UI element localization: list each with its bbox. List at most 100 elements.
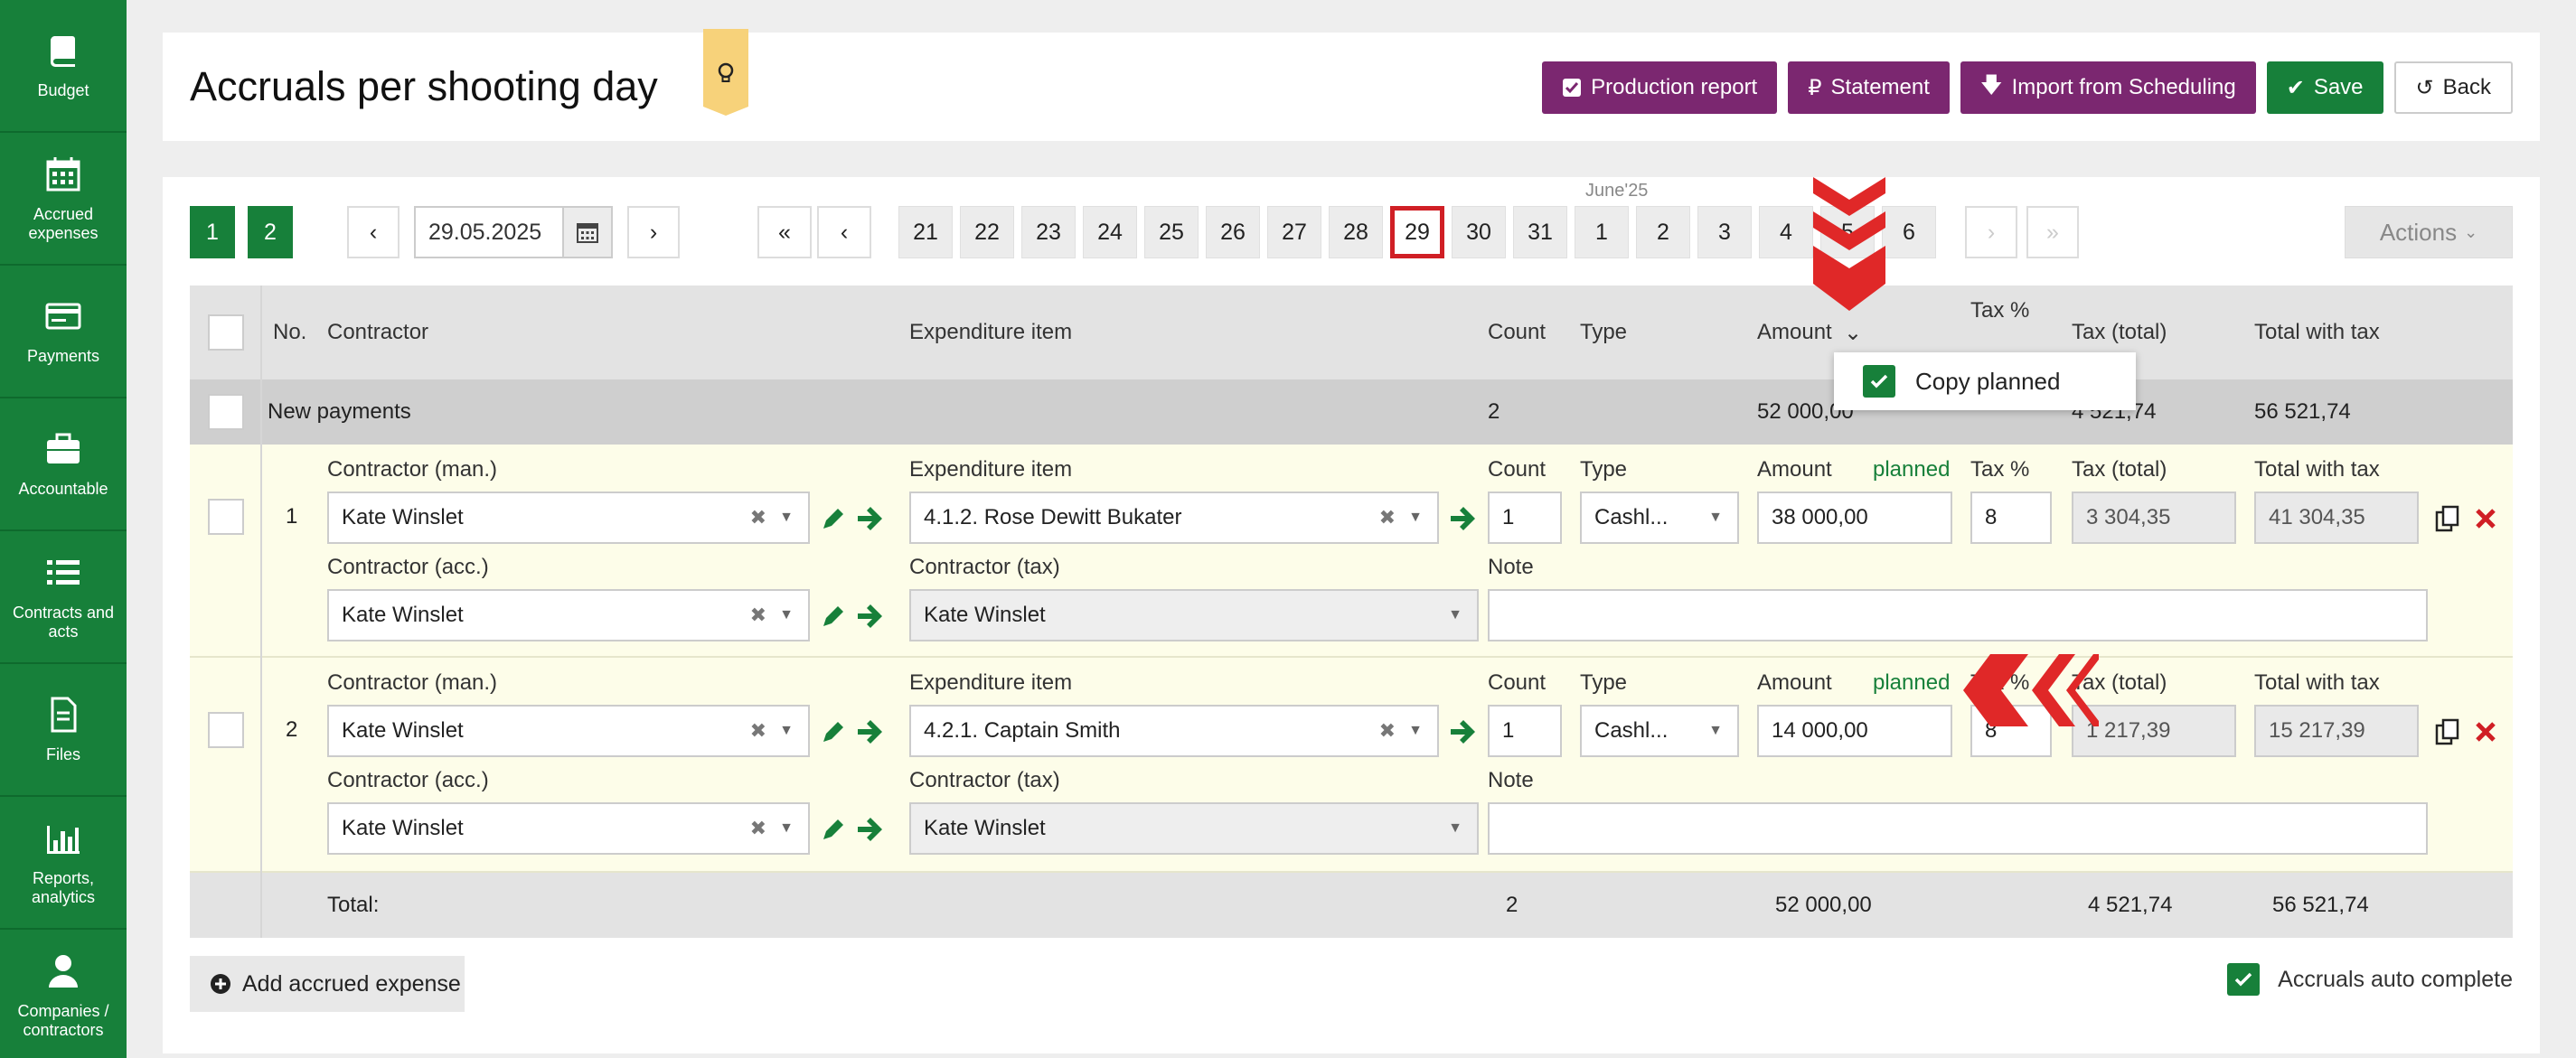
- expenditure-select[interactable]: 4.2.1. Captain Smith ✖ ▼: [909, 705, 1439, 757]
- day-3[interactable]: 3: [1697, 206, 1752, 258]
- lightbulb-icon[interactable]: [703, 29, 748, 116]
- day-30[interactable]: 30: [1452, 206, 1506, 258]
- clear-icon[interactable]: ✖: [750, 506, 766, 529]
- pencil-icon[interactable]: [819, 602, 848, 631]
- sidebar-item-budget[interactable]: Budget: [0, 0, 127, 133]
- contractor-tax-select[interactable]: Kate Winslet ▼: [909, 589, 1479, 641]
- first-week-button[interactable]: «: [757, 206, 812, 258]
- day-27[interactable]: 27: [1267, 206, 1321, 258]
- save-button[interactable]: ✔ Save: [2266, 61, 2383, 114]
- contractor-man-select[interactable]: Kate Winslet ✖ ▼: [327, 705, 810, 757]
- planned-label[interactable]: planned: [1873, 670, 1950, 696]
- prev-week-button[interactable]: ‹: [817, 206, 871, 258]
- arrow-right-icon[interactable]: [855, 602, 884, 631]
- select-all-checkbox[interactable]: [208, 314, 244, 351]
- day-26[interactable]: 26: [1206, 206, 1260, 258]
- day-6[interactable]: 6: [1882, 206, 1936, 258]
- type-select[interactable]: Cashl... ▼: [1580, 705, 1739, 757]
- type-select[interactable]: Cashl... ▼: [1580, 492, 1739, 544]
- amount-input[interactable]: 14 000,00: [1757, 705, 1952, 757]
- next-date-button[interactable]: ›: [627, 206, 680, 258]
- actions-button[interactable]: Actions ⌄: [2345, 206, 2513, 258]
- sidebar-item-payments[interactable]: Payments: [0, 266, 127, 398]
- copy-icon[interactable]: [2433, 504, 2462, 533]
- arrow-right-icon[interactable]: [855, 504, 884, 533]
- statement-button[interactable]: ₽ Statement: [1788, 61, 1950, 114]
- contractor-acc-select[interactable]: Kate Winslet ✖ ▼: [327, 802, 810, 855]
- checkbox-checked-icon[interactable]: [2227, 963, 2261, 996]
- clear-icon[interactable]: ✖: [750, 719, 766, 743]
- page-1[interactable]: 1: [190, 206, 235, 258]
- clear-icon[interactable]: ✖: [1379, 719, 1396, 743]
- pencil-icon[interactable]: [819, 717, 848, 746]
- import-button[interactable]: 🡇 Import from Scheduling: [1960, 61, 2256, 114]
- sidebar-item-accountable[interactable]: Accountable: [0, 398, 127, 531]
- arrow-right-icon[interactable]: [855, 717, 884, 746]
- prev-date-button[interactable]: ‹: [347, 206, 400, 258]
- production-report-button[interactable]: Production report: [1542, 61, 1778, 114]
- sidebar-item-accrued-expenses[interactable]: Accrued expenses: [0, 133, 127, 266]
- pencil-icon[interactable]: [819, 504, 848, 533]
- day-29-selected[interactable]: 29: [1390, 206, 1444, 258]
- note-input[interactable]: [1488, 589, 2428, 641]
- day-28[interactable]: 28: [1329, 206, 1383, 258]
- contractor-acc-select[interactable]: Kate Winslet ✖ ▼: [327, 589, 810, 641]
- contractor-tax-select[interactable]: Kate Winslet ▼: [909, 802, 1479, 855]
- arrow-right-icon[interactable]: [1448, 717, 1477, 746]
- sidebar-item-reports[interactable]: Reports, analytics: [0, 797, 127, 930]
- caret-down-icon[interactable]: ▼: [1448, 820, 1462, 837]
- amount-input[interactable]: 38 000,00: [1757, 492, 1952, 544]
- sidebar-item-contracts[interactable]: Contracts and acts: [0, 531, 127, 664]
- day-2[interactable]: 2: [1636, 206, 1690, 258]
- group-checkbox[interactable]: [208, 394, 244, 430]
- caret-down-icon[interactable]: ▼: [1708, 510, 1723, 526]
- caret-down-icon[interactable]: ▼: [779, 820, 794, 837]
- tax-pct-input[interactable]: 8: [1970, 492, 2052, 544]
- calendar-button[interactable]: [562, 206, 613, 258]
- clear-icon[interactable]: ✖: [1379, 506, 1396, 529]
- header-amount[interactable]: Amount: [1757, 320, 1832, 345]
- day-4[interactable]: 4: [1759, 206, 1813, 258]
- caret-down-icon[interactable]: ▼: [1708, 723, 1723, 739]
- delete-icon[interactable]: [2471, 717, 2500, 746]
- auto-complete-toggle[interactable]: Accruals auto complete: [2227, 963, 2513, 996]
- day-22[interactable]: 22: [960, 206, 1014, 258]
- delete-icon[interactable]: [2471, 504, 2500, 533]
- planned-label[interactable]: planned: [1873, 457, 1950, 482]
- caret-down-icon[interactable]: ▼: [1448, 607, 1462, 623]
- sidebar-item-files[interactable]: Files: [0, 664, 127, 797]
- next-week-button[interactable]: ›: [1965, 206, 2017, 258]
- page-2[interactable]: 2: [248, 206, 293, 258]
- note-input[interactable]: [1488, 802, 2428, 855]
- checkbox-checked-icon[interactable]: [1863, 365, 1895, 398]
- row-checkbox[interactable]: [208, 499, 244, 535]
- caret-down-icon[interactable]: ▼: [779, 510, 794, 526]
- caret-down-icon[interactable]: ▼: [1408, 510, 1423, 526]
- back-button[interactable]: ↺ Back: [2393, 61, 2513, 114]
- count-input[interactable]: 1: [1488, 705, 1562, 757]
- row-checkbox[interactable]: [208, 712, 244, 748]
- clear-icon[interactable]: ✖: [750, 604, 766, 627]
- last-week-button[interactable]: »: [2026, 206, 2079, 258]
- add-accrued-expense-button[interactable]: Add accrued expense: [190, 956, 465, 1012]
- day-21[interactable]: 21: [898, 206, 953, 258]
- caret-down-icon[interactable]: ▼: [779, 723, 794, 739]
- day-1[interactable]: 1: [1575, 206, 1629, 258]
- pencil-icon[interactable]: [819, 815, 848, 844]
- copy-icon[interactable]: [2433, 717, 2462, 746]
- day-31[interactable]: 31: [1513, 206, 1567, 258]
- date-input[interactable]: 29.05.2025: [414, 206, 577, 258]
- count-input[interactable]: 1: [1488, 492, 1562, 544]
- clear-icon[interactable]: ✖: [750, 817, 766, 840]
- arrow-right-icon[interactable]: [1448, 504, 1477, 533]
- chevron-down-icon[interactable]: ⌄: [1844, 320, 1862, 346]
- arrow-right-icon[interactable]: [855, 815, 884, 844]
- caret-down-icon[interactable]: ▼: [1408, 723, 1423, 739]
- caret-down-icon[interactable]: ▼: [779, 607, 794, 623]
- sidebar-item-companies[interactable]: Companies / contractors: [0, 930, 127, 1058]
- day-23[interactable]: 23: [1021, 206, 1076, 258]
- day-25[interactable]: 25: [1144, 206, 1199, 258]
- contractor-man-select[interactable]: Kate Winslet ✖ ▼: [327, 492, 810, 544]
- copy-planned-option[interactable]: Copy planned: [1915, 368, 2060, 396]
- expenditure-select[interactable]: 4.1.2. Rose Dewitt Bukater ✖ ▼: [909, 492, 1439, 544]
